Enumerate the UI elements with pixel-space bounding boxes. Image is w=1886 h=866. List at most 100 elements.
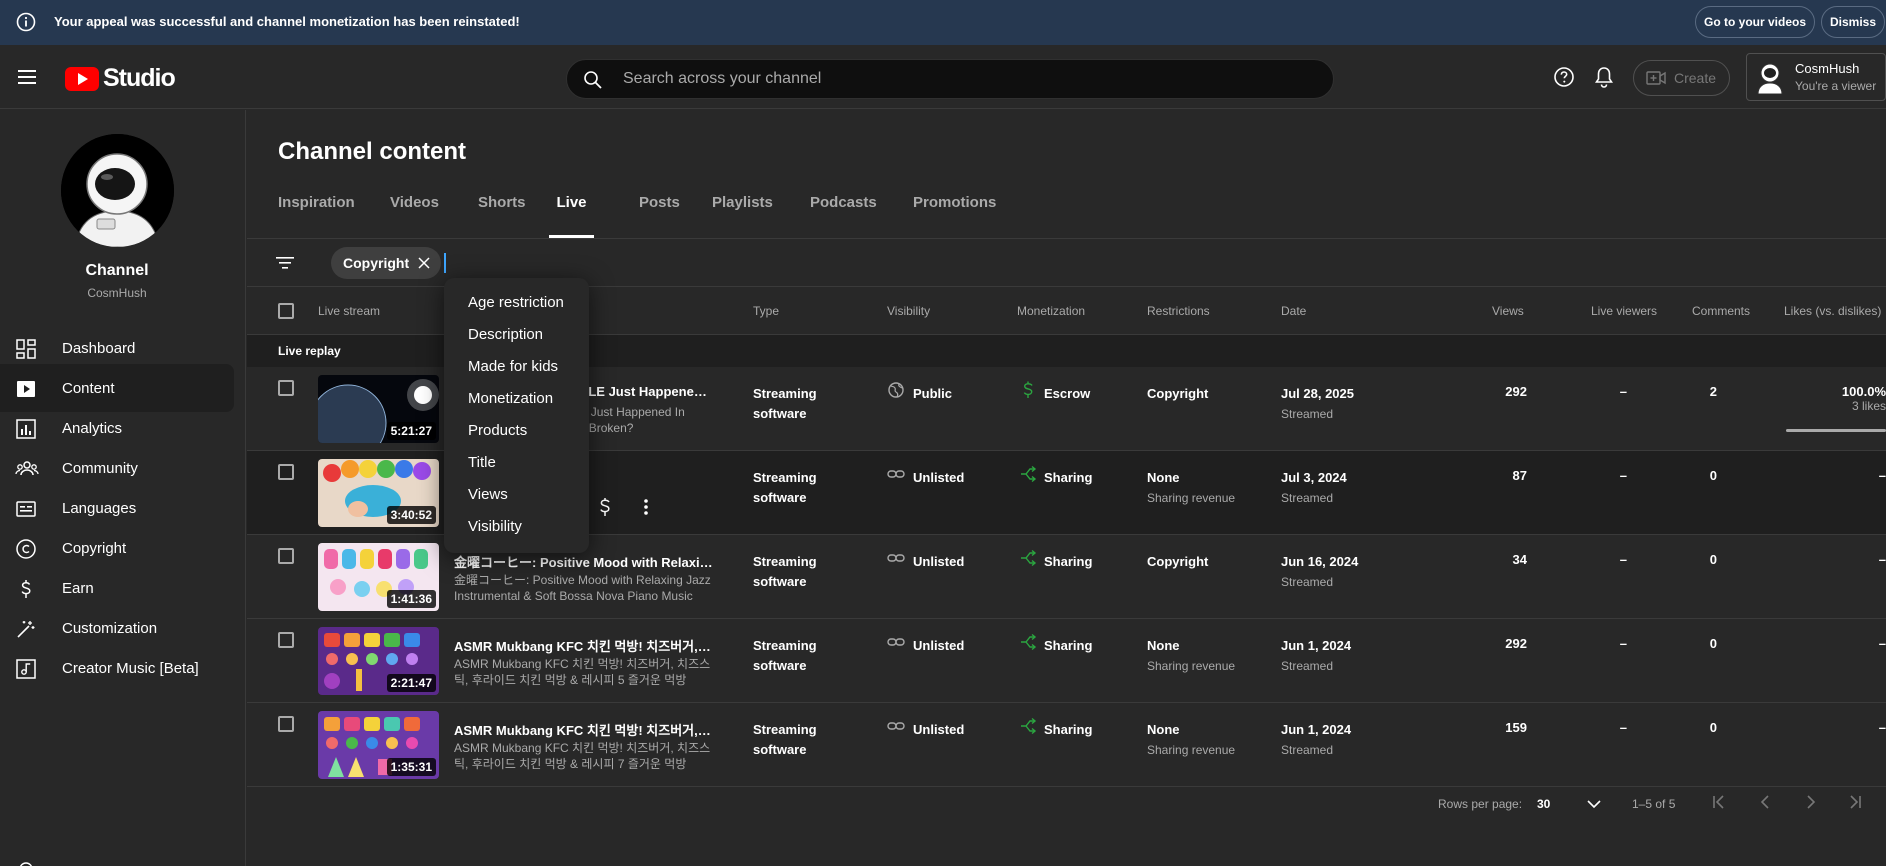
menu-icon[interactable] (16, 67, 40, 87)
video-title[interactable]: 金曜コーヒー: Positive Mood with Relaxing Jazz (454, 552, 714, 571)
tab-promotions[interactable]: Promotions (913, 186, 996, 238)
restriction-label[interactable]: None Sharing revenue (1147, 468, 1235, 508)
restriction-label[interactable]: None Sharing revenue (1147, 720, 1235, 760)
channel-label: Channel (85, 262, 149, 279)
more-options-icon[interactable] (643, 497, 649, 517)
video-type: Streaming software (753, 386, 817, 421)
likes-ratio: – (1878, 720, 1886, 735)
account-switcher[interactable]: CosmHush You're a viewer (1746, 53, 1886, 101)
restriction-label[interactable]: Copyright (1147, 384, 1208, 404)
table-row[interactable]: 1:35:31 ASMR Mukbang KFC 치킨 먹방! 치즈버거, 치즈… (247, 703, 1886, 787)
live-viewers-count: – (1619, 468, 1627, 483)
views-count: 34 (1512, 552, 1527, 567)
video-thumbnail[interactable]: 1:41:36 (318, 543, 439, 611)
visibility-label[interactable]: Unlisted (913, 552, 964, 572)
filter-chip-label: Copyright (343, 255, 410, 271)
video-duration: 1:41:36 (386, 590, 436, 608)
studio-logo[interactable]: Studio (65, 64, 176, 93)
video-thumbnail[interactable]: 1:35:31 (318, 711, 439, 779)
tab-live[interactable]: Live (549, 186, 594, 238)
col-date[interactable]: Date (1281, 304, 1306, 318)
filter-icon[interactable] (275, 253, 295, 273)
row-checkbox[interactable] (278, 632, 294, 648)
tab-shorts[interactable]: Shorts (478, 186, 526, 238)
video-duration: 1:35:31 (386, 758, 436, 776)
settings-icon[interactable] (15, 858, 37, 866)
comments-count: 0 (1709, 636, 1717, 651)
dismiss-button[interactable]: Dismiss (1821, 6, 1885, 38)
go-to-videos-button[interactable]: Go to your videos (1695, 6, 1815, 38)
menu-item-age-restriction[interactable]: Age restriction (468, 294, 564, 311)
next-page-icon[interactable] (1803, 794, 1819, 810)
filter-chip-copyright[interactable]: Copyright (331, 247, 442, 279)
live-viewers-count: – (1619, 552, 1627, 567)
create-button[interactable]: Create (1633, 60, 1730, 96)
table-row[interactable]: 2:21:47 ASMR Mukbang KFC 치킨 먹방! 치즈버거, 치즈… (247, 619, 1886, 703)
col-live-stream: Live stream (318, 304, 381, 318)
last-page-icon[interactable] (1847, 794, 1863, 810)
sidebar-item-label: Community (62, 459, 138, 477)
search-bar[interactable] (566, 59, 1334, 99)
visibility-label[interactable]: Unlisted (913, 468, 964, 488)
tab-playlists[interactable]: Playlists (712, 186, 773, 238)
monetization-label[interactable]: Sharing (1044, 636, 1092, 656)
video-title[interactable]: ASMR Mukbang KFC 치킨 먹방! 치즈버거, 치즈스틱 (454, 720, 714, 739)
first-page-icon[interactable] (1711, 794, 1727, 810)
video-thumbnail[interactable]: 3:40:52 (318, 459, 439, 527)
likes-ratio: – (1878, 552, 1886, 567)
rows-per-page-label: Rows per page: (1438, 797, 1523, 811)
restriction-label[interactable]: None Sharing revenue (1147, 636, 1235, 676)
menu-item-views[interactable]: Views (468, 486, 508, 503)
live-viewers-count: – (1619, 384, 1627, 399)
row-checkbox[interactable] (278, 464, 294, 480)
visibility-label[interactable]: Unlisted (913, 720, 964, 740)
tab-podcasts[interactable]: Podcasts (810, 186, 877, 238)
tab-posts[interactable]: Posts (639, 186, 680, 238)
monetization-label[interactable]: Escrow (1044, 384, 1090, 404)
visibility-label[interactable]: Public (913, 384, 952, 404)
restriction-label[interactable]: Copyright (1147, 552, 1208, 572)
video-description: ASMR Mukbang KFC 치킨 먹방! 치즈버거, 치즈스틱, 후라이드… (454, 657, 711, 687)
row-checkbox[interactable] (278, 716, 294, 732)
visibility-label[interactable]: Unlisted (913, 636, 964, 656)
sidebar-item-label: Dashboard (62, 339, 136, 357)
rows-per-page-select[interactable]: 30 (1537, 797, 1550, 811)
views-count: 292 (1505, 384, 1527, 399)
video-thumbnail[interactable]: 2:21:47 (318, 627, 439, 695)
col-live-viewers: Live viewers (1591, 304, 1658, 318)
help-icon[interactable] (1553, 66, 1575, 88)
video-description: ASMR Mukbang KFC 치킨 먹방! 치즈버거, 치즈스틱, 후라이드… (454, 741, 711, 771)
chevron-down-icon[interactable] (1587, 799, 1601, 809)
date-cell: Jul 28, 2025 Streamed (1281, 386, 1354, 421)
row-checkbox[interactable] (278, 380, 294, 396)
monetization-label[interactable]: Sharing (1044, 468, 1092, 488)
col-monetization: Monetization (1017, 304, 1086, 318)
select-all-checkbox[interactable] (278, 303, 294, 319)
menu-item-products[interactable]: Products (468, 422, 527, 439)
close-icon[interactable] (409, 256, 431, 270)
channel-avatar[interactable] (61, 134, 174, 247)
link-icon (887, 633, 905, 651)
tab-videos[interactable]: Videos (390, 186, 439, 238)
video-title[interactable]: ASMR Mukbang KFC 치킨 먹방! 치즈버거, 치즈스틱 (454, 636, 714, 655)
search-input[interactable] (623, 60, 1303, 98)
row-checkbox[interactable] (278, 548, 294, 564)
tab-inspiration[interactable]: Inspiration (278, 186, 355, 238)
notifications-icon[interactable] (1594, 66, 1614, 88)
date-cell: Jun 1, 2024 Streamed (1281, 722, 1352, 757)
previous-page-icon[interactable] (1757, 794, 1773, 810)
menu-item-description[interactable]: Description (468, 326, 543, 343)
filter-input-caret[interactable] (444, 253, 446, 273)
monetization-label[interactable]: Sharing (1044, 720, 1092, 740)
menu-item-title[interactable]: Title (468, 454, 496, 471)
col-type: Type (753, 304, 780, 318)
monetization-label[interactable]: Sharing (1044, 552, 1092, 572)
sidebar-item-label: Content (62, 379, 115, 397)
monetization-action-icon[interactable] (597, 497, 613, 517)
sidebar-item-creator-music[interactable]: Creator Music [Beta] (0, 644, 234, 692)
video-thumbnail[interactable]: 5:21:27 (318, 375, 439, 443)
col-visibility: Visibility (887, 304, 931, 318)
menu-item-made-for-kids[interactable]: Made for kids (468, 358, 558, 375)
menu-item-monetization[interactable]: Monetization (468, 390, 553, 407)
menu-item-visibility[interactable]: Visibility (468, 518, 522, 535)
